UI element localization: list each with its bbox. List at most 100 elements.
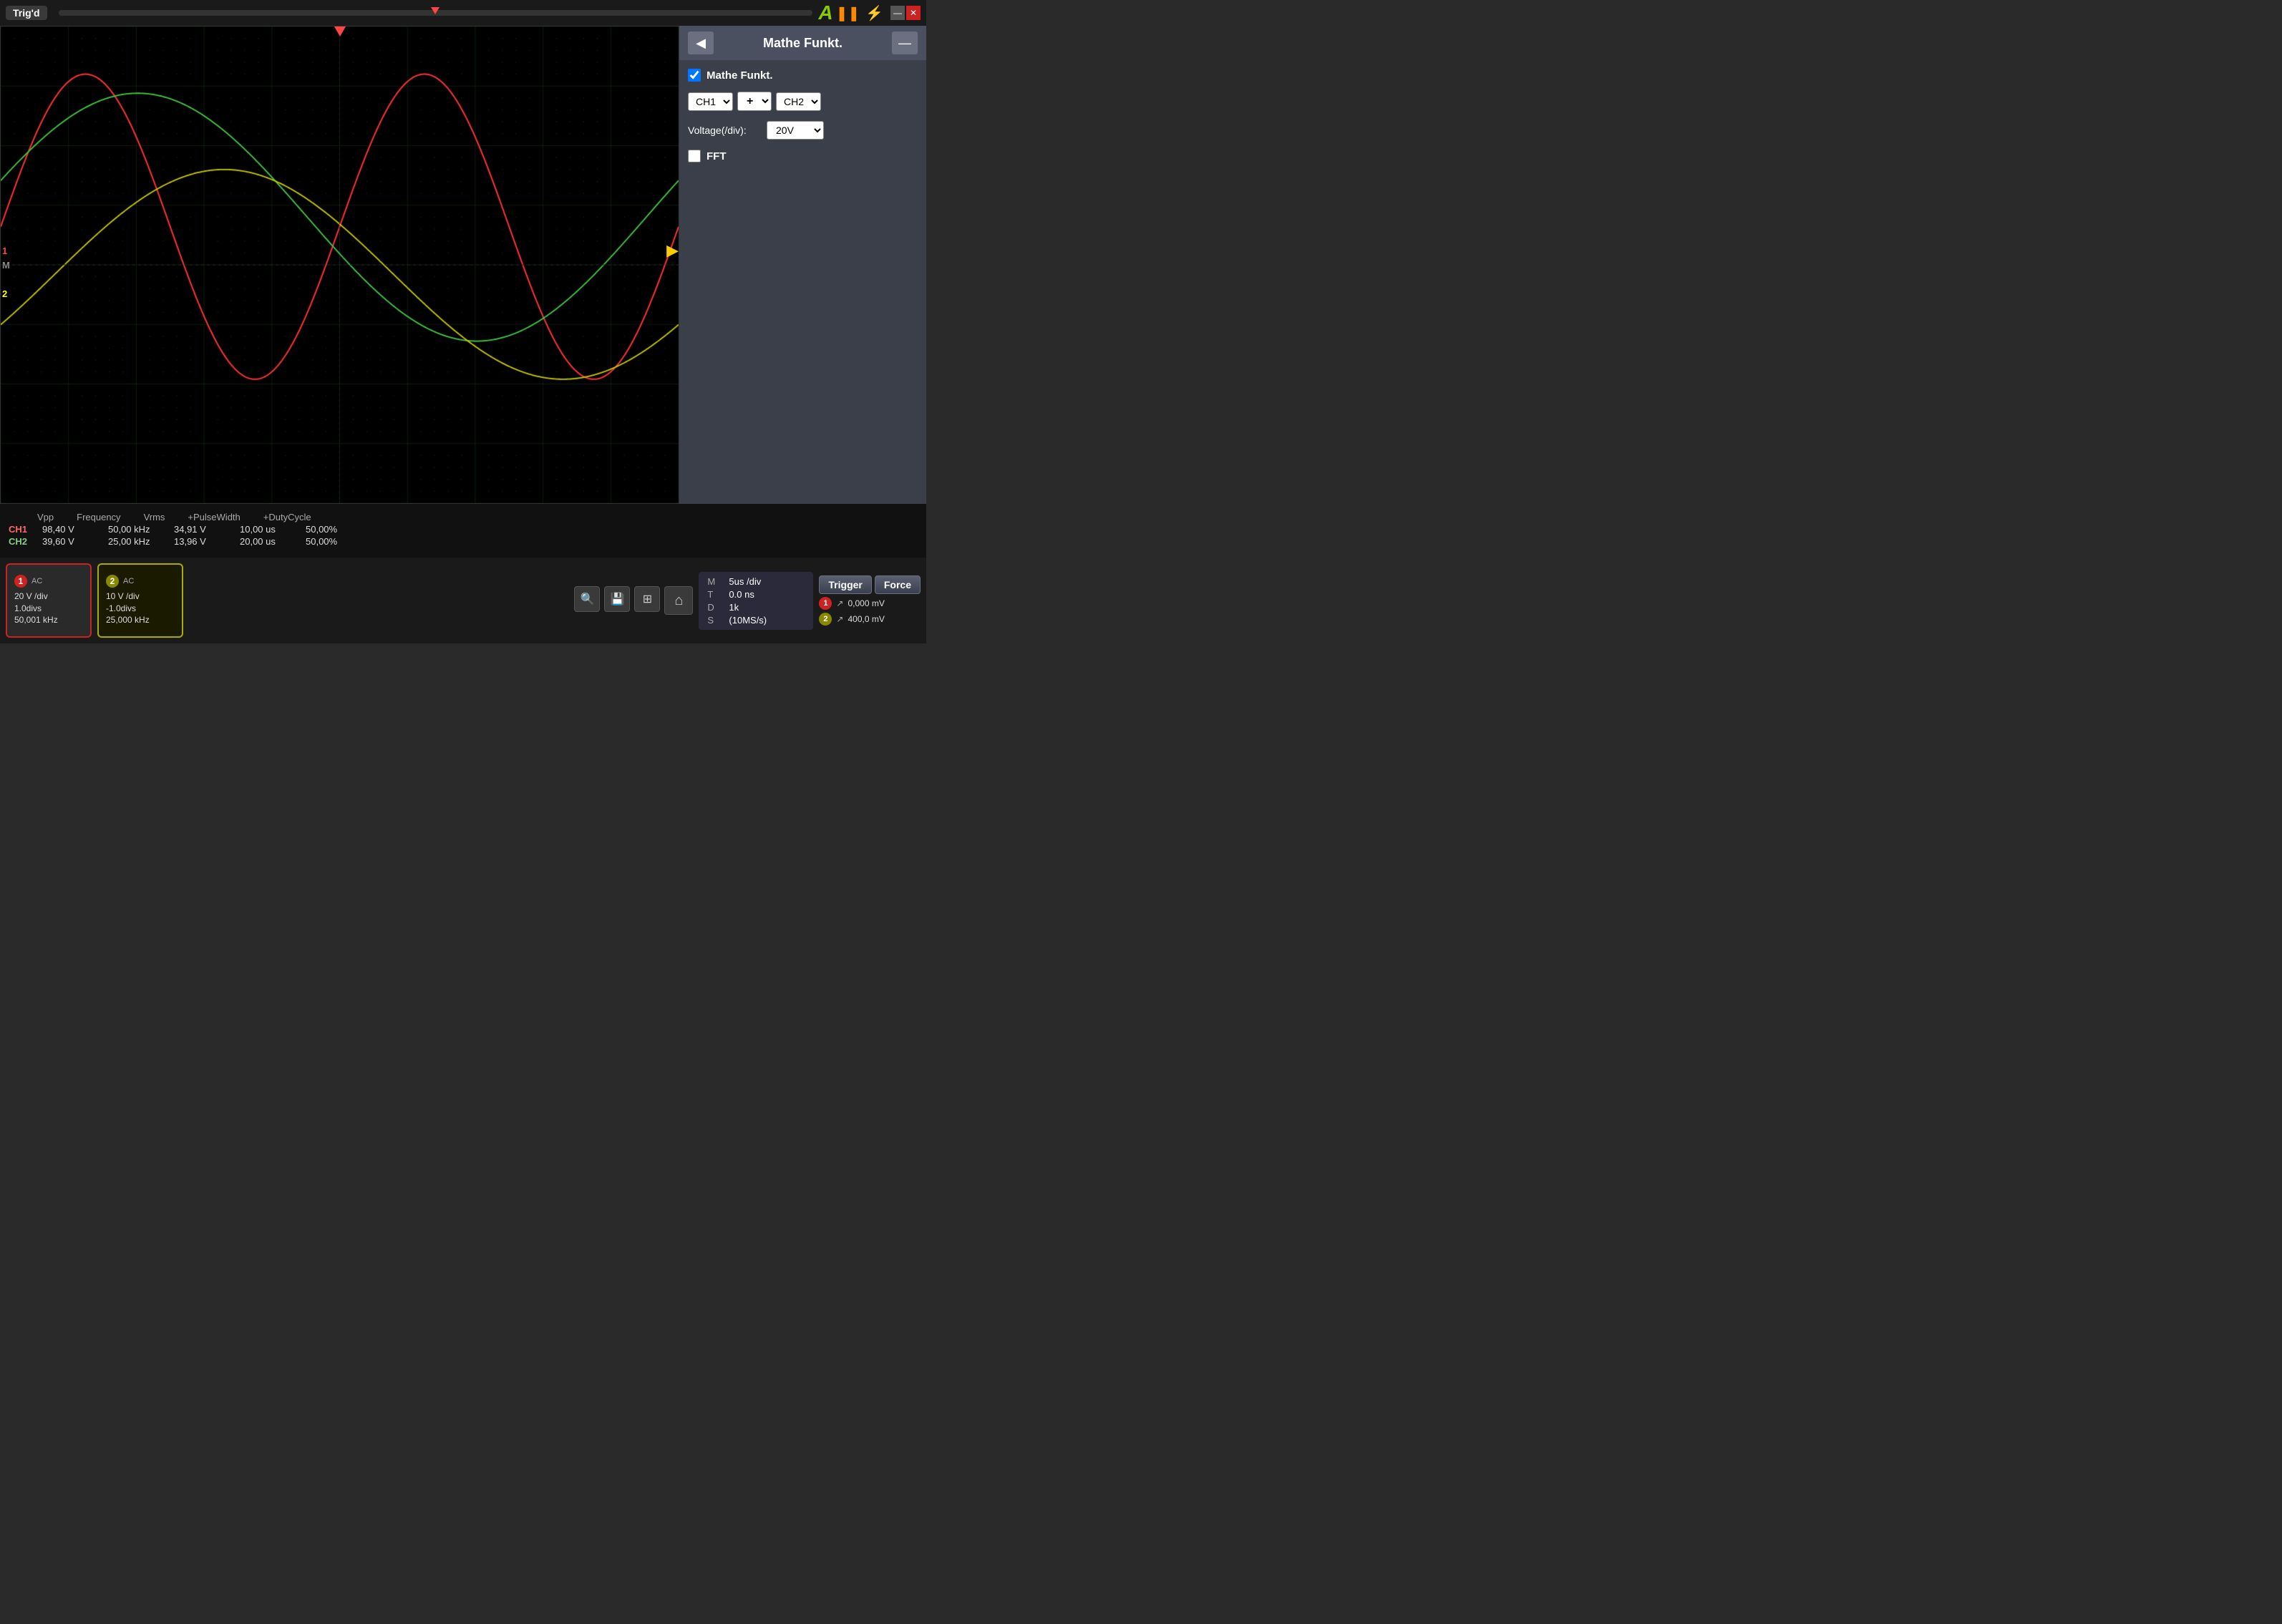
trigger2-arrow-icon: ↗ [836,614,843,624]
ch2-measurements: CH2 39,60 V 25,00 kHz 13,96 V 20,00 us 5… [9,536,918,547]
ch1-duty: 50,00% [306,524,363,535]
ch2-ac-label: AC [123,577,134,585]
ch1-voltage: 20 V /div [14,590,83,603]
header-vpp: Vpp [37,512,54,522]
header-duty: +DutyCycle [263,512,311,522]
voltage-row: Voltage(/div): 5V 10V 20V 50V [688,121,918,140]
bottom-area: 1 AC 20 V /div 1.0divs 50,001 kHz 2 AC 1… [0,558,926,643]
time-info-box: M 5us /div T 0.0 ns D 1k S (10MS/s) [699,572,813,630]
ch1-freq: 50,001 kHz [14,614,83,626]
time-s-row: S (10MS/s) [707,615,805,626]
ch1-info-box[interactable]: 1 AC 20 V /div 1.0divs 50,001 kHz [6,563,92,638]
right-panel-arrow[interactable]: ▶ [666,241,679,260]
operator-select[interactable]: + - × ÷ [737,92,772,111]
fft-label: FFT [707,150,727,162]
panel-header: ◀ Mathe Funkt. — [679,26,926,60]
ch1-vpp: 98,40 V [42,524,99,535]
fft-row: FFT [688,150,918,162]
trigger-force-buttons: Trigger Force [819,575,921,594]
ch2-meas-label: CH2 [9,536,34,547]
screenshot-button[interactable]: ⊞ [634,586,660,612]
trigger-ch2-mv: 400,0 mV [848,614,884,624]
minimize-button[interactable]: — [890,6,905,20]
voltage-label: Voltage(/div): [688,125,759,136]
header-freq: Frequency [77,512,120,522]
icon-row: 🔍 💾 ⊞ ⌂ [574,586,693,615]
trigger-timeline [59,10,813,16]
ch2-circle: 2 [106,575,119,588]
time-s-val: (10MS/s) [729,615,767,626]
ch1-meas-label: CH1 [9,524,34,535]
ch1-divs: 1.0divs [14,603,83,615]
bottom-right-icons: 🔍 💾 ⊞ ⌂ [574,586,693,615]
time-t-key: T [707,589,722,600]
ch2-freq: 25,000 kHz [106,614,175,626]
ch1-pulse: 10,00 us [240,524,297,535]
force-button[interactable]: Force [875,575,921,594]
trigger-ch1-row: 1 ↗ 0,000 mV [819,597,921,610]
ch1-freq: 50,00 kHz [108,524,165,535]
mathe-funkt-label: Mathe Funkt. [707,69,773,82]
panel-content: Mathe Funkt. CH1 CH2 + - × ÷ CH1 CH2 [679,60,926,504]
channel-operator-group: CH1 CH2 + - × ÷ CH1 CH2 [688,92,918,111]
math-label: M [2,260,10,271]
waveform-canvas [1,26,679,503]
panel-title: Mathe Funkt. [714,36,892,51]
ch1-select[interactable]: CH1 CH2 [688,92,733,111]
ch2-vrms: 13,96 V [174,536,231,547]
header-vrms: Vrms [144,512,165,522]
ch2-info-box[interactable]: 2 AC 10 V /div -1.0divs 25,000 kHz [97,563,183,638]
measurements-bar: Vpp Frequency Vrms +PulseWidth +DutyCycl… [0,504,926,558]
ch2-freq: 25,00 kHz [108,536,165,547]
main-area: 1 M 2 ▶ ◀ Mathe Funkt. — Mathe Funkt. CH… [0,26,926,504]
trigger-arrow [334,26,346,37]
time-d-key: D [707,602,722,613]
ch2-duty: 50,00% [306,536,363,547]
ch2-voltage: 10 V /div [106,590,175,603]
trigger-ch1-icon: 1 [819,597,832,610]
ch2-label: 2 [2,288,7,299]
trigger-button[interactable]: Trigger [819,575,871,594]
home-button[interactable]: ⌂ [664,586,693,615]
trigger-position-marker [431,7,440,14]
right-panel: ◀ Mathe Funkt. — Mathe Funkt. CH1 CH2 + … [679,26,926,504]
ch2-vpp: 39,60 V [42,536,99,547]
oscilloscope-screen[interactable]: 1 M 2 ▶ [0,26,679,504]
time-m-val: 5us /div [729,576,761,587]
ch2-pulse: 20,00 us [240,536,297,547]
back-button[interactable]: ◀ [688,31,714,54]
time-m-key: M [707,576,722,587]
pause-icon[interactable]: ❚❚ [836,4,860,22]
trig-badge: Trig'd [6,6,47,20]
trigger-ch2-row: 2 ↗ 400,0 mV [819,613,921,626]
close-button[interactable]: ✕ [906,6,921,20]
ch1-vrms: 34,91 V [174,524,231,535]
save-button[interactable]: 💾 [604,586,630,612]
trigger-ch1-mv: 0,000 mV [848,598,884,608]
ch1-circle: 1 [14,575,27,588]
ch1-label: 1 [2,245,7,256]
time-t-val: 0.0 ns [729,589,754,600]
time-d-val: 1k [729,602,739,613]
run-indicator: A [818,1,832,24]
voltage-select[interactable]: 5V 10V 20V 50V [767,121,824,140]
panel-collapse-button[interactable]: — [892,31,918,54]
top-bar: Trig'd A ❚❚ ⚡ — ✕ [0,0,926,26]
zoom-button[interactable]: 🔍 [574,586,600,612]
trigger-arrow-icon: ↗ [836,598,843,608]
trigger-ch2-icon: 2 [819,613,832,626]
mathe-funkt-checkbox[interactable] [688,69,701,82]
trigger-force-area: Trigger Force 1 ↗ 0,000 mV 2 ↗ 400,0 mV [819,575,921,626]
time-s-key: S [707,615,722,626]
lightning-icon: ⚡ [865,4,883,22]
measurement-headers: Vpp Frequency Vrms +PulseWidth +DutyCycl… [37,512,918,522]
time-m-row: M 5us /div [707,576,805,587]
fft-checkbox[interactable] [688,150,701,162]
mathe-funkt-row: Mathe Funkt. [688,69,918,82]
time-d-row: D 1k [707,602,805,613]
time-t-row: T 0.0 ns [707,589,805,600]
ch1-measurements: CH1 98,40 V 50,00 kHz 34,91 V 10,00 us 5… [9,524,918,535]
ch1-ac-label: AC [31,577,42,585]
ch2-divs: -1.0divs [106,603,175,615]
ch2-select[interactable]: CH1 CH2 [776,92,821,111]
